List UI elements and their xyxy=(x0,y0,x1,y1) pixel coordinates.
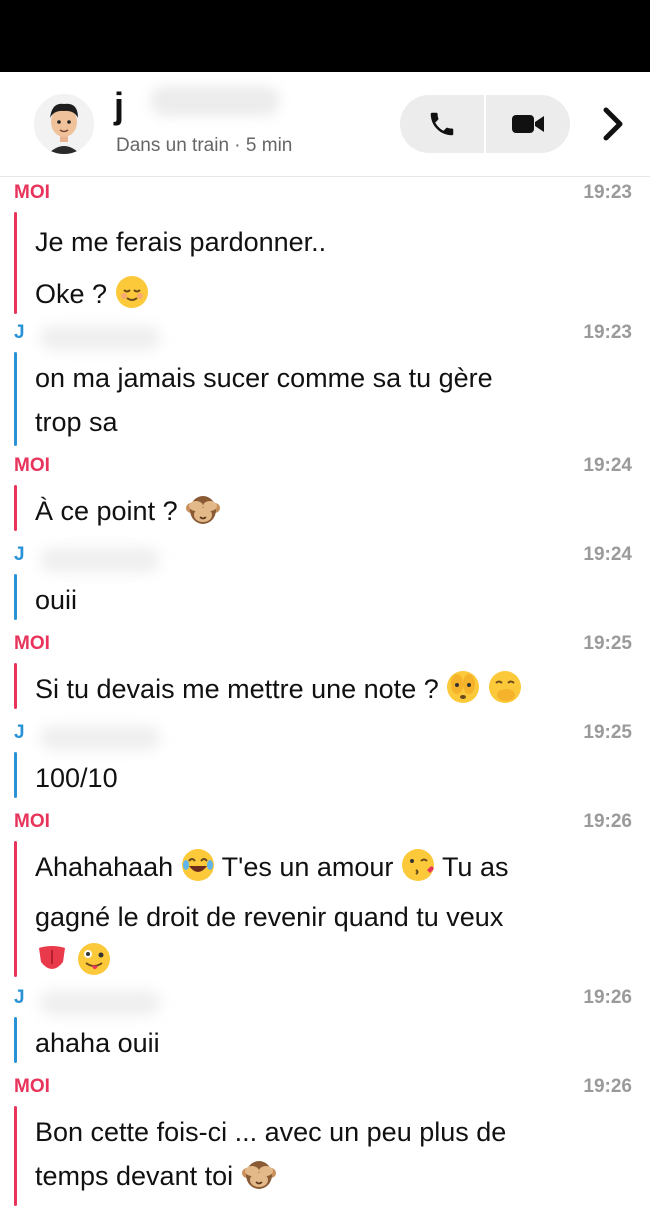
sender-label: MOI xyxy=(14,811,50,832)
redacted-name xyxy=(40,548,160,572)
contact-name[interactable]: j xyxy=(114,86,124,126)
sender-label: J xyxy=(14,544,25,565)
zany-face-icon xyxy=(77,942,111,989)
redacted-name xyxy=(40,326,160,350)
sender-label: J xyxy=(14,987,25,1008)
sender-color-bar xyxy=(14,752,17,798)
sender-color-bar xyxy=(14,1017,17,1063)
sender-color-bar xyxy=(14,841,17,977)
sender-label: J xyxy=(14,322,25,343)
relieved-face-icon xyxy=(115,275,149,322)
face-with-hand-over-mouth-icon xyxy=(488,670,522,717)
sender-label: MOI xyxy=(14,455,50,476)
redacted-name xyxy=(150,86,280,116)
sender-label: J xyxy=(14,722,25,743)
contact-status: Dans un train · 5 min xyxy=(116,135,293,156)
message-text[interactable]: À ce point ? xyxy=(35,489,625,539)
message-text[interactable]: ouii xyxy=(35,578,625,622)
sender-color-bar xyxy=(14,1106,17,1206)
message-time: 19:25 xyxy=(583,633,632,654)
message-time: 19:26 xyxy=(583,1076,632,1097)
sender-label: MOI xyxy=(14,1076,50,1097)
message-time: 19:24 xyxy=(583,544,632,565)
redacted-name xyxy=(40,726,160,750)
message-time: 19:26 xyxy=(583,811,632,832)
sender-color-bar xyxy=(14,663,17,709)
redacted-name xyxy=(40,991,160,1015)
call-button-group xyxy=(400,95,570,153)
sender-label: MOI xyxy=(14,182,50,203)
chevron-right-icon xyxy=(603,107,623,141)
message-text[interactable]: Je me ferais pardonner.. Oke ? xyxy=(35,220,625,322)
sender-color-bar xyxy=(14,212,17,314)
message-text[interactable]: Ahahahaah T'es un amour Tu as gagné le d… xyxy=(35,845,625,983)
see-no-evil-monkey-icon xyxy=(241,1157,277,1204)
voice-call-button[interactable] xyxy=(400,95,484,153)
message-time: 19:26 xyxy=(583,987,632,1008)
status-bar xyxy=(0,0,650,72)
video-call-button[interactable] xyxy=(486,95,570,153)
message-text[interactable]: ahaha ouii xyxy=(35,1021,625,1065)
sender-color-bar xyxy=(14,485,17,531)
face-with-peeking-eye-icon xyxy=(446,670,480,717)
avatar[interactable] xyxy=(34,94,94,154)
tongue-icon xyxy=(35,942,69,989)
message-text[interactable]: on ma jamais sucer comme sa tu gère trop… xyxy=(35,356,625,444)
message-time: 19:23 xyxy=(583,322,632,343)
video-camera-icon xyxy=(512,115,544,133)
sender-color-bar xyxy=(14,574,17,620)
tears-of-joy-icon xyxy=(181,848,215,895)
face-blowing-kiss-icon xyxy=(401,848,435,895)
chat-header: j Dans un train · 5 min xyxy=(0,72,650,177)
see-no-evil-monkey-icon xyxy=(185,492,221,539)
message-time: 19:25 xyxy=(583,722,632,743)
message-text[interactable]: 100/10 xyxy=(35,756,625,800)
message-text[interactable]: Si tu devais me mettre une note ? xyxy=(35,667,625,717)
more-chevron-button[interactable] xyxy=(588,98,638,150)
message-text[interactable]: Bon cette fois-ci ... avec un peu plus d… xyxy=(35,1110,625,1204)
sender-color-bar xyxy=(14,352,17,446)
bitmoji-avatar-icon xyxy=(34,94,94,154)
sender-label: MOI xyxy=(14,633,50,654)
phone-icon xyxy=(430,112,454,136)
message-time: 19:24 xyxy=(583,455,632,476)
message-time: 19:23 xyxy=(583,182,632,203)
